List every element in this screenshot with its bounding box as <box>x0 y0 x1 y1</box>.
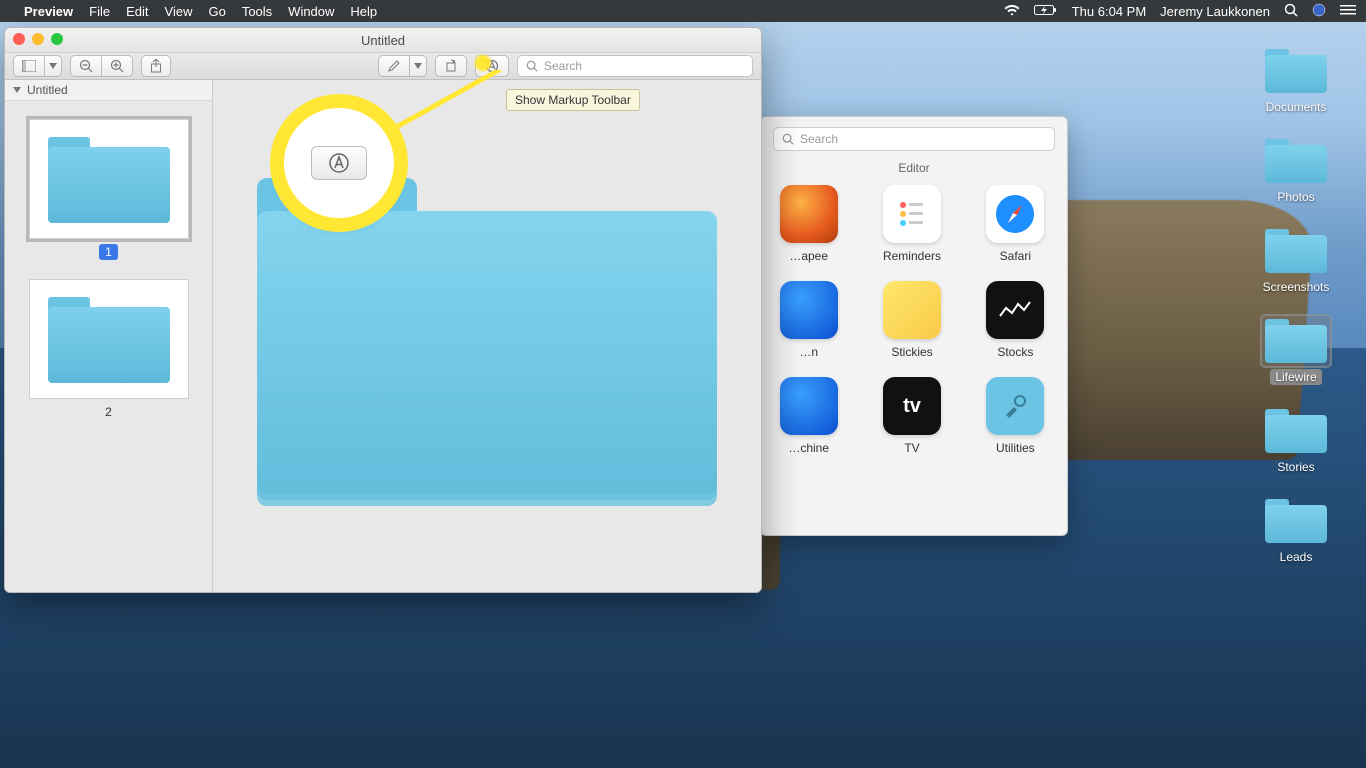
sidebar-mode-menu[interactable] <box>45 55 62 77</box>
callout-ring <box>284 108 394 218</box>
menubar: Preview File Edit View Go Tools Window H… <box>0 0 1366 22</box>
desktop-folders: Documents Photos Screenshots Lifewire St… <box>1246 45 1346 565</box>
search-icon <box>782 133 794 145</box>
tv-icon: tv <box>883 377 941 435</box>
folder-icon <box>44 131 174 227</box>
menubar-clock[interactable]: Thu 6:04 PM <box>1072 4 1146 19</box>
folder-icon <box>1261 315 1331 367</box>
sidebar-mode-button[interactable] <box>13 55 45 77</box>
desktop-folder-documents[interactable]: Documents <box>1261 45 1332 115</box>
thumbnail-1-label: 1 <box>5 245 212 259</box>
siri-icon[interactable] <box>1312 3 1326 20</box>
zoom-out-button[interactable] <box>70 55 102 77</box>
window-titlebar[interactable]: Untitled <box>5 28 761 52</box>
sidebar-doc-header[interactable]: Untitled <box>5 80 212 101</box>
markup-icon <box>311 146 367 180</box>
callout-markup-button <box>284 108 394 218</box>
app-item[interactable]: …chine <box>761 377 856 455</box>
thumbnail-2-label: 2 <box>5 405 212 419</box>
folder-icon <box>1261 495 1331 547</box>
zoom-segment <box>70 55 133 77</box>
share-button[interactable] <box>141 55 171 77</box>
thumbnail-1[interactable] <box>29 119 189 239</box>
menu-tools[interactable]: Tools <box>242 4 272 19</box>
apps-grid: …apee Reminders Safari …n Stickies Stock… <box>761 185 1067 463</box>
wifi-icon[interactable] <box>1004 4 1020 19</box>
menu-go[interactable]: Go <box>208 4 225 19</box>
notification-center-icon[interactable] <box>1340 4 1356 19</box>
stickies-icon <box>883 281 941 339</box>
folder-icon <box>1261 135 1331 187</box>
desktop-folder-screenshots[interactable]: Screenshots <box>1258 225 1335 295</box>
desktop-folder-photos[interactable]: Photos <box>1261 135 1331 205</box>
zoom-in-button[interactable] <box>102 55 133 77</box>
apps-search-input[interactable]: Search <box>773 127 1055 151</box>
close-button[interactable] <box>13 33 25 45</box>
thumbnail-2[interactable] <box>29 279 189 399</box>
traffic-lights <box>13 33 63 45</box>
app-item-stocks[interactable]: Stocks <box>968 281 1063 359</box>
app-item-utilities[interactable]: Utilities <box>968 377 1063 455</box>
safari-icon <box>986 185 1044 243</box>
preview-search-placeholder: Search <box>544 59 582 73</box>
menu-edit[interactable]: Edit <box>126 4 148 19</box>
menu-window[interactable]: Window <box>288 4 334 19</box>
apps-section-label: Editor <box>761 161 1067 175</box>
tooltip-show-markup-toolbar: Show Markup Toolbar <box>506 89 640 111</box>
folder-icon <box>1261 225 1331 277</box>
window-title: Untitled <box>361 33 405 48</box>
desktop-folder-leads[interactable]: Leads <box>1261 495 1331 565</box>
applications-window: Search Editor …apee Reminders Safari …n … <box>760 116 1068 536</box>
preview-search-input[interactable]: Search <box>517 55 753 77</box>
battery-icon[interactable] <box>1034 4 1058 19</box>
menubar-user[interactable]: Jeremy Laukkonen <box>1160 4 1270 19</box>
folder-icon <box>1261 405 1331 457</box>
app-icon <box>780 185 838 243</box>
zoom-button[interactable] <box>51 33 63 45</box>
spotlight-icon[interactable] <box>1284 3 1298 20</box>
apps-search-placeholder: Search <box>800 132 838 146</box>
folder-icon <box>44 291 174 387</box>
menubar-app-name[interactable]: Preview <box>24 4 73 19</box>
desktop-folder-lifewire[interactable]: Lifewire <box>1261 315 1331 385</box>
utilities-icon <box>986 377 1044 435</box>
menu-file[interactable]: File <box>89 4 110 19</box>
app-item-safari[interactable]: Safari <box>968 185 1063 263</box>
desktop-folder-stories[interactable]: Stories <box>1261 405 1331 475</box>
stocks-icon <box>986 281 1044 339</box>
preview-sidebar: Untitled 1 2 <box>5 80 213 592</box>
minimize-button[interactable] <box>32 33 44 45</box>
search-icon <box>526 60 538 72</box>
folder-icon <box>1261 45 1331 97</box>
app-item[interactable]: …apee <box>761 185 856 263</box>
menu-view[interactable]: View <box>165 4 193 19</box>
app-item-reminders[interactable]: Reminders <box>864 185 959 263</box>
app-icon <box>780 281 838 339</box>
app-icon <box>780 377 838 435</box>
disclosure-icon <box>13 87 21 93</box>
reminders-icon <box>883 185 941 243</box>
menu-help[interactable]: Help <box>350 4 377 19</box>
app-item[interactable]: …n <box>761 281 856 359</box>
view-mode-segment <box>13 55 62 77</box>
app-item-tv[interactable]: tvTV <box>864 377 959 455</box>
app-item-stickies[interactable]: Stickies <box>864 281 959 359</box>
